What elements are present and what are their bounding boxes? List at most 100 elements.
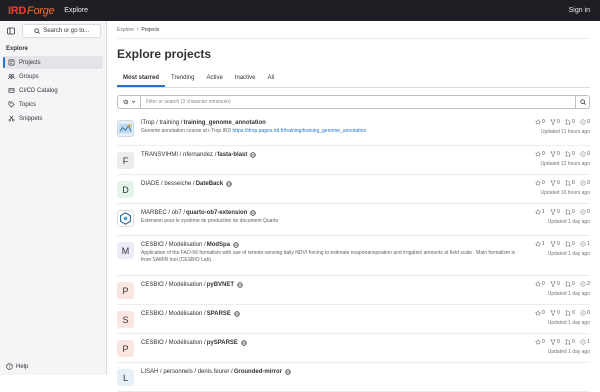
- fork-count[interactable]: 0: [550, 119, 560, 125]
- fork-count[interactable]: 0: [550, 281, 560, 287]
- issue-count[interactable]: 0: [580, 119, 590, 125]
- fork-count[interactable]: 0: [550, 339, 560, 345]
- merge-request-count[interactable]: 0: [565, 281, 575, 287]
- mr-icon: [565, 209, 571, 215]
- project-avatar[interactable]: S: [117, 311, 134, 328]
- project-row[interactable]: M CESBIO / Modélisation / ModSpa Applicati…: [117, 236, 590, 276]
- star-count[interactable]: 0: [534, 339, 545, 345]
- sidebar-item-ci-cd-catalog[interactable]: CI/CD Catalog: [3, 84, 103, 97]
- fork-count[interactable]: 0: [550, 209, 560, 215]
- star-count[interactable]: 0: [534, 310, 545, 316]
- project-namespace: MARBEC / ob7 /: [141, 210, 186, 216]
- project-row[interactable]: D DIADE / besseiche / DateBack 0 0 0 0 Updated…: [117, 175, 590, 204]
- breadcrumb-explore[interactable]: Explore: [117, 27, 134, 33]
- tab-most-starred[interactable]: Most starred: [117, 69, 165, 87]
- fork-count[interactable]: 0: [550, 180, 560, 186]
- project-name-link[interactable]: DIADE / besseiche / DateBack: [141, 181, 590, 187]
- project-avatar[interactable]: P: [117, 282, 134, 299]
- star-count[interactable]: 0: [534, 151, 545, 157]
- project-name-link[interactable]: iTrop / training / training_genome_annot…: [141, 120, 590, 126]
- breadcrumb-projects[interactable]: Projects: [141, 27, 159, 33]
- tab-inactive[interactable]: Inactive: [229, 69, 262, 87]
- help-button[interactable]: ? Help: [6, 363, 28, 370]
- project-description-link[interactable]: https://itrop.pages.ird.fr/training/trai…: [233, 128, 367, 134]
- merge-request-count[interactable]: 0: [565, 339, 575, 345]
- star-count[interactable]: 1: [534, 241, 545, 247]
- issue-count[interactable]: 2: [580, 281, 590, 287]
- fork-count[interactable]: 0: [550, 310, 560, 316]
- project-name-link[interactable]: TRANSVIHMI / nfernandez / fasta-blast: [141, 152, 590, 158]
- issue-count[interactable]: 0: [580, 310, 590, 316]
- project-name-link[interactable]: CESBIO / Modélisation / ModSpa: [141, 242, 590, 248]
- merge-request-count[interactable]: 0: [565, 180, 575, 186]
- merge-request-count[interactable]: 0: [565, 209, 575, 215]
- project-avatar[interactable]: L: [117, 369, 134, 386]
- fork-count-value: 0: [556, 281, 560, 287]
- issue-count[interactable]: 0: [580, 180, 590, 186]
- project-name-link[interactable]: LISAH / personnels / denis.feurer / Grou…: [141, 369, 590, 375]
- project-avatar[interactable]: [117, 210, 134, 227]
- merge-request-count[interactable]: 0: [565, 119, 575, 125]
- merge-request-count[interactable]: 0: [565, 241, 575, 247]
- star-count[interactable]: 0: [534, 119, 545, 125]
- fork-count[interactable]: 0: [550, 241, 560, 247]
- fork-count[interactable]: 0: [550, 151, 560, 157]
- help-label: Help: [16, 363, 29, 370]
- sidebar-item-projects[interactable]: Projects: [3, 56, 103, 69]
- project-row[interactable]: iTrop / training / training_genome_annot…: [117, 114, 590, 146]
- filter-search-input[interactable]: Filter or search (3 character minimum): [141, 94, 576, 109]
- sidebar-item-topics[interactable]: Topics: [3, 98, 103, 111]
- project-namespace: CESBIO / Modélisation /: [141, 242, 206, 248]
- project-avatar[interactable]: [117, 120, 134, 137]
- logo-suffix: Forge: [27, 4, 55, 17]
- issue-count[interactable]: 1: [580, 339, 590, 345]
- star-icon: [534, 180, 541, 186]
- star-count-value: 0: [541, 119, 545, 125]
- sidebar-item-label: Topics: [19, 101, 37, 108]
- project-updated-time: Updated 11 hours ago: [540, 129, 590, 135]
- project-name: training_genome_annotation: [183, 120, 266, 126]
- issue-count[interactable]: 0: [580, 151, 590, 157]
- project-list: iTrop / training / training_genome_annot…: [117, 114, 590, 392]
- issue-count[interactable]: 0: [580, 209, 590, 215]
- sidebar-item-snippets[interactable]: Snippets: [3, 112, 103, 125]
- project-name-link[interactable]: CESBIO / Modélisation / pyBVNET: [141, 282, 590, 288]
- project-name-link[interactable]: MARBEC / ob7 / quarto-ob7-extension: [141, 210, 590, 216]
- project-row[interactable]: P CESBIO / Modélisation / pySPARSE 0 0 0 1 Upd…: [117, 334, 590, 363]
- project-avatar[interactable]: M: [117, 242, 134, 259]
- search-or-go-to-button[interactable]: Search or go to...: [22, 23, 101, 38]
- tab-trending[interactable]: Trending: [165, 69, 200, 87]
- tab-all[interactable]: All: [262, 69, 281, 87]
- star-count[interactable]: 0: [534, 180, 545, 186]
- tab-active[interactable]: Active: [200, 69, 228, 87]
- merge-request-count-value: 0: [571, 281, 575, 287]
- sidebar-toggle-icon[interactable]: [5, 25, 16, 37]
- project-row[interactable]: P CESBIO / Modélisation / pyBVNET 0 0 0 2 Upda…: [117, 276, 590, 305]
- issue-count[interactable]: 1: [580, 241, 590, 247]
- project-row[interactable]: F TRANSVIHMI / nfernandez / fasta-blast 0 0…: [117, 146, 590, 175]
- ird-forge-logo[interactable]: IRD Forge: [8, 4, 55, 17]
- project-name-link[interactable]: CESBIO / Modélisation / SPARSE: [141, 311, 590, 317]
- project-avatar[interactable]: D: [117, 181, 134, 198]
- filter-search-button[interactable]: [576, 94, 590, 109]
- topbar-explore-link[interactable]: Explore: [64, 7, 88, 14]
- sidebar-item-groups[interactable]: Groups: [3, 70, 103, 83]
- merge-request-count[interactable]: 0: [565, 151, 575, 157]
- star-icon: [534, 241, 541, 247]
- project-avatar[interactable]: P: [117, 340, 134, 357]
- recent-searches-button[interactable]: [117, 94, 141, 109]
- project-row[interactable]: MARBEC / ob7 / quarto-ob7-extension Exten…: [117, 204, 590, 236]
- project-row[interactable]: L LISAH / personnels / denis.feurer / Gro…: [117, 363, 590, 392]
- project-name-link[interactable]: CESBIO / Modélisation / pySPARSE: [141, 340, 590, 346]
- merge-request-count[interactable]: 0: [565, 310, 575, 316]
- sign-in-link[interactable]: Sign in: [569, 7, 590, 14]
- star-count[interactable]: 1: [534, 209, 545, 215]
- question-icon: ?: [6, 363, 13, 370]
- star-count[interactable]: 0: [534, 281, 545, 287]
- sidebar-item-label: Projects: [19, 59, 41, 66]
- project-avatar[interactable]: F: [117, 152, 134, 169]
- project-updated-time: Updated 1 day ago: [547, 291, 590, 297]
- issue-icon: [580, 119, 586, 125]
- project-row[interactable]: S CESBIO / Modélisation / SPARSE 0 0 0 0 Updat…: [117, 305, 590, 334]
- snippet-icon: [8, 115, 15, 122]
